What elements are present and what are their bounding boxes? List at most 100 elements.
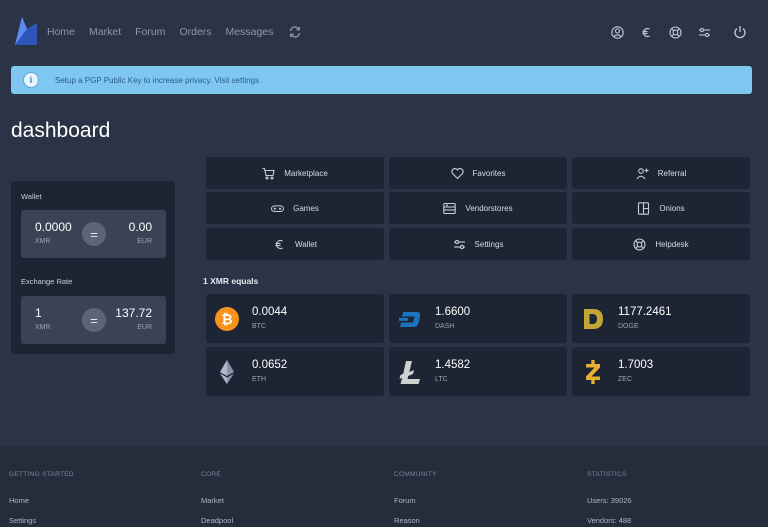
wallet-panel: Wallet 0.0000 XMR = 0.00 EUR Exchange Ra… [11,181,175,354]
wallet-eur-value: 0.00 [128,220,152,234]
wallet-balance: 0.0000 XMR = 0.00 EUR [21,210,166,258]
doge-symbol: DOGE [618,323,639,330]
exchange-xmr-label: XMR [35,324,51,331]
vendorstores-button[interactable]: Vendorstores [389,192,567,224]
coin-card-eth: 0.0652 ETH [206,347,384,396]
ethereum-icon [220,360,234,384]
coin-card-dash: 1.6600 DASH [389,294,567,343]
footer-link-forum[interactable]: Forum [394,496,416,505]
footer-link-reason[interactable]: Reason [394,516,420,525]
wallet-button-label: Wallet [295,239,317,249]
onions-label: Onions [659,203,685,213]
user-circle-icon[interactable] [610,25,624,39]
litecoin-icon [399,361,420,384]
footer-heading-community: COMMUNITY [394,471,437,478]
page-title: dashboard [11,119,111,142]
exchange-eur-value: 137.72 [115,306,152,320]
footer-link-market[interactable]: Market [201,496,224,505]
exchange-xmr-value: 1 [35,306,42,320]
eth-value: 0.0652 [252,359,288,371]
dogecoin-icon [584,309,603,329]
coin-card-doge: 1177.2461 DOGE [572,294,750,343]
stat-vendors: Vendors: 488 [587,516,632,525]
referral-button[interactable]: Referral [572,157,750,189]
onion-icon [637,201,650,215]
store-icon [443,202,457,215]
wallet-xmr-value: 0.0000 [35,220,72,234]
stat-users: Users: 39026 [587,496,632,505]
onions-button[interactable]: Onions [572,192,750,224]
rates-heading: 1 XMR equals [203,276,259,286]
zcash-icon [586,360,600,384]
footer: GETTING STARTED Home Settings CORE Marke… [0,446,768,527]
footer-link-home[interactable]: Home [9,496,29,505]
top-nav: Home Market Forum Orders Messages [0,0,768,62]
coin-card-zec: 1.7003 ZEC [572,347,750,396]
games-label: Games [293,203,319,213]
favorites-label: Favorites [472,168,506,178]
wallet-xmr-label: XMR [35,238,51,245]
svg-text:₿: ₿ [221,311,232,327]
marketplace-label: Marketplace [284,168,328,178]
vendorstores-label: Vendorstores [465,203,513,213]
lifebuoy-icon[interactable] [668,25,682,39]
heart-icon [450,167,464,180]
power-icon[interactable] [733,25,747,39]
exchange-rate-label: Exchange Rate [21,277,73,286]
nav-messages[interactable]: Messages [226,26,274,38]
exchange-rate: 1 XMR = 137.72 EUR [21,296,166,344]
btc-symbol: BTC [252,323,266,330]
footer-heading-getting-started: GETTING STARTED [9,471,74,478]
exchange-eur-label: EUR [137,324,152,331]
user-toolbar [610,25,726,39]
footer-link-settings[interactable]: Settings [9,516,36,525]
dash-value: 1.6600 [435,306,471,318]
helpdesk-label: Helpdesk [655,239,689,249]
logo-icon[interactable] [12,15,40,47]
main-nav: Home Market Forum Orders Messages [47,26,287,38]
alert-text[interactable]: Setup a PGP Public Key to increase priva… [55,76,259,85]
zec-symbol: ZEC [618,376,632,383]
cart-icon [262,167,275,180]
wallet-label: Wallet [21,192,42,201]
settings-label: Settings [474,239,504,249]
dash-symbol: DASH [435,323,455,330]
lifebuoy-icon [633,237,646,251]
coin-card-ltc: 1.4582 LTC [389,347,567,396]
ltc-symbol: LTC [435,376,448,383]
marketplace-button[interactable]: Marketplace [206,157,384,189]
sliders-icon [453,238,466,251]
user-plus-icon [636,167,649,180]
settings-button[interactable]: Settings [389,228,567,260]
euro-icon[interactable] [639,25,653,39]
helpdesk-button[interactable]: Helpdesk [572,228,750,260]
info-icon: i [23,72,39,88]
refresh-icon[interactable] [288,25,302,39]
pgp-alert: i Setup a PGP Public Key to increase pri… [11,66,752,94]
nav-market[interactable]: Market [89,26,121,38]
equals-icon: = [82,308,106,332]
ltc-value: 1.4582 [435,359,471,371]
wallet-button[interactable]: Wallet [206,228,384,260]
gamepad-icon [271,202,285,215]
euro-icon [273,238,286,251]
coin-card-btc: ₿ 0.0044 BTC [206,294,384,343]
footer-heading-core: CORE [201,471,221,478]
footer-heading-statistics: STATISTICS [587,471,627,478]
nav-home[interactable]: Home [47,26,75,38]
eth-symbol: ETH [252,376,266,383]
doge-value: 1177.2461 [618,306,672,318]
referral-label: Referral [657,168,687,178]
wallet-eur-label: EUR [137,238,152,245]
footer-link-deadpool[interactable]: Deadpool [201,516,233,525]
equals-icon: = [82,222,106,246]
nav-orders[interactable]: Orders [179,26,211,38]
bitcoin-icon: ₿ [215,307,239,331]
favorites-button[interactable]: Favorites [389,157,567,189]
games-button[interactable]: Games [206,192,384,224]
nav-forum[interactable]: Forum [135,26,165,38]
dash-icon [399,312,421,327]
sliders-icon[interactable] [697,25,711,39]
zec-value: 1.7003 [618,359,654,371]
btc-value: 0.0044 [252,306,288,318]
